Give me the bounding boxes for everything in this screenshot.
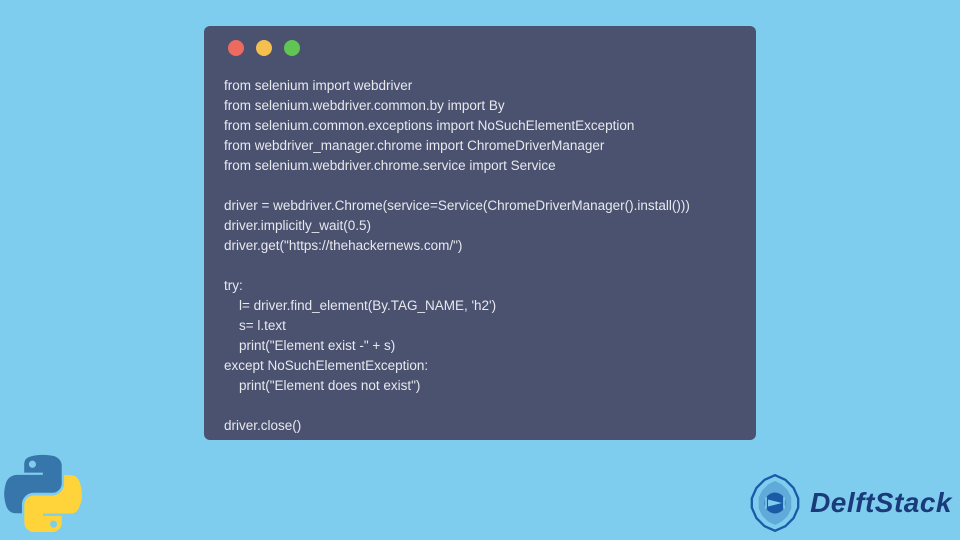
code-window: from selenium import webdriver from sele… <box>204 26 756 440</box>
brand-logo: DelftStack <box>746 474 952 532</box>
maximize-icon[interactable] <box>284 40 300 56</box>
close-icon[interactable] <box>228 40 244 56</box>
python-logo-icon <box>4 454 82 532</box>
window-controls <box>224 40 736 56</box>
brand-name: DelftStack <box>810 487 952 519</box>
code-block: from selenium import webdriver from sele… <box>224 76 736 436</box>
delftstack-icon <box>746 474 804 532</box>
minimize-icon[interactable] <box>256 40 272 56</box>
